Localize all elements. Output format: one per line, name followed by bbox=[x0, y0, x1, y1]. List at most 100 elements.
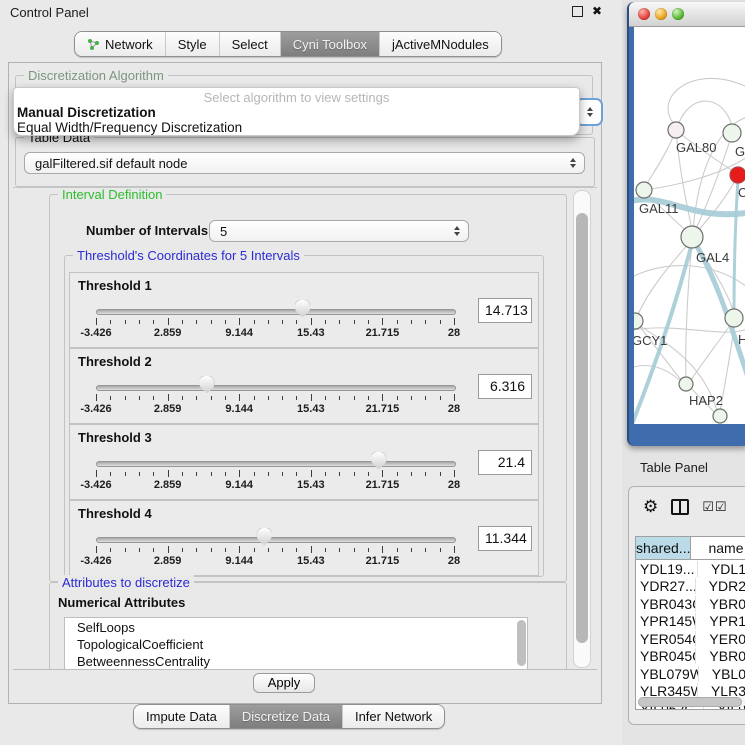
tab-style[interactable]: Style bbox=[165, 32, 219, 56]
tab-label: Network bbox=[105, 37, 153, 52]
attribute-item-selfloops[interactable]: SelfLoops bbox=[65, 620, 527, 635]
network-canvas[interactable]: GAL80GACGAL11GAL4HGCY1HAP2 bbox=[634, 27, 745, 424]
tab-label: Style bbox=[178, 37, 207, 52]
threshold-label: Threshold 1 bbox=[78, 278, 152, 293]
network-node-gal4[interactable] bbox=[681, 226, 703, 248]
cyni-toolbox-panel: Discretization Algorithm Table Data galF… bbox=[8, 62, 602, 704]
slider-ticks bbox=[96, 318, 454, 326]
node-label-gal4: GAL4 bbox=[696, 250, 729, 265]
bottom-tab-discretize-data[interactable]: Discretize Data bbox=[229, 705, 342, 728]
threshold-2-value-field[interactable]: 6.316 bbox=[478, 374, 532, 399]
network-node[interactable] bbox=[713, 409, 727, 423]
thresholds-group-title: Threshold's Coordinates for 5 Intervals bbox=[73, 248, 304, 263]
network-node-hap2[interactable] bbox=[679, 377, 693, 391]
bottom-tab-infer-network[interactable]: Infer Network bbox=[342, 705, 444, 728]
attribute-item-betweennesscentrality[interactable]: BetweennessCentrality bbox=[65, 654, 527, 669]
network-node-gal11[interactable] bbox=[636, 182, 652, 198]
attribute-item-topologicalcoefficient[interactable]: TopologicalCoefficient bbox=[65, 637, 527, 652]
cell-shared-name: YDR27... bbox=[636, 578, 696, 594]
threshold-3-panel: Threshold 3-3.4262.8599.14415.4321.71528… bbox=[69, 424, 539, 500]
number-of-intervals-combobox[interactable]: 5 bbox=[209, 220, 469, 242]
cell-shared-name: YBL079W bbox=[636, 666, 699, 682]
bottom-tab-label: Discretize Data bbox=[242, 709, 330, 724]
table-panel-toolbar: ⚙ ☑ ☑ bbox=[643, 497, 727, 517]
node-label-ga: GA bbox=[735, 144, 745, 159]
number-of-intervals-label: Number of Intervals bbox=[86, 223, 208, 238]
threshold-label: Threshold 2 bbox=[78, 354, 152, 369]
threshold-1-value-field[interactable]: 14.713 bbox=[478, 298, 532, 323]
threshold-2-panel: Threshold 2-3.4262.8599.14415.4321.71528… bbox=[69, 348, 539, 424]
float-window-icon[interactable] bbox=[572, 6, 583, 17]
table-row[interactable]: YDR27...YDR2 bbox=[636, 578, 745, 596]
combo-stepper-icon bbox=[570, 158, 576, 168]
threshold-4-value-field[interactable]: 11.344 bbox=[478, 526, 532, 551]
table-row[interactable]: YDL19...YDL1 bbox=[636, 560, 745, 578]
slider-tick-labels: -3.4262.8599.14415.4321.71528 bbox=[96, 479, 454, 493]
table-hscrollbar-thumb[interactable] bbox=[638, 697, 742, 707]
table-row[interactable]: YER054CYER0 bbox=[636, 630, 745, 648]
checkbox-select-icon[interactable]: ☑ bbox=[702, 499, 714, 515]
minimize-traffic-light-icon[interactable] bbox=[655, 8, 667, 20]
window-buttons: ✖ bbox=[572, 5, 602, 17]
table-panel-title: Table Panel bbox=[640, 460, 708, 475]
network-icon bbox=[87, 38, 100, 51]
tab-jactivemnodules[interactable]: jActiveMNodules bbox=[379, 32, 501, 56]
slider-ticks bbox=[96, 394, 454, 402]
table-hscrollbar[interactable] bbox=[638, 697, 745, 707]
apply-button[interactable]: Apply bbox=[253, 673, 315, 693]
tab-cyni-toolbox[interactable]: Cyni Toolbox bbox=[280, 32, 379, 56]
zoom-traffic-light-icon[interactable] bbox=[672, 8, 684, 20]
threshold-1-slider-track[interactable] bbox=[96, 309, 456, 315]
tab-select[interactable]: Select bbox=[219, 32, 280, 56]
column-header-shared-name[interactable]: shared... bbox=[636, 537, 691, 559]
cell-name: YBL0 bbox=[699, 666, 745, 682]
threshold-2-slider-track[interactable] bbox=[96, 385, 456, 391]
algorithm-option-manual-discretization[interactable]: Manual Discretization bbox=[14, 105, 579, 120]
numerical-attributes-list[interactable]: SelfLoops TopologicalCoefficient Betweenne… bbox=[64, 617, 528, 670]
settings-scrollbar[interactable] bbox=[573, 190, 591, 668]
gear-icon[interactable]: ⚙ bbox=[643, 497, 658, 517]
app-root: Control Panel ✖ NetworkStyleSelectCyni T… bbox=[0, 0, 745, 745]
settings-scrollbar-thumb[interactable] bbox=[576, 213, 588, 643]
slider-ticks bbox=[96, 470, 454, 478]
tab-label: Cyni Toolbox bbox=[293, 37, 367, 52]
network-node-gal80[interactable] bbox=[668, 122, 684, 138]
network-window-titlebar[interactable] bbox=[629, 2, 745, 27]
close-traffic-light-icon[interactable] bbox=[638, 8, 650, 20]
node-label-gal80: GAL80 bbox=[676, 140, 716, 155]
bottom-tab-impute-data[interactable]: Impute Data bbox=[134, 705, 229, 728]
network-node-c[interactable] bbox=[730, 167, 745, 183]
cell-shared-name: YER054C bbox=[636, 631, 696, 647]
table-row[interactable]: YBR043CYBR0 bbox=[636, 595, 745, 613]
threshold-3-value-field[interactable]: 21.4 bbox=[478, 450, 532, 475]
table-data-combobox-value: galFiltered.sif default node bbox=[35, 156, 187, 171]
table-row[interactable]: YBR045CYBR0 bbox=[636, 648, 745, 666]
interval-definition-group: Interval Definition Number of Intervals … bbox=[49, 194, 567, 582]
close-window-icon[interactable]: ✖ bbox=[592, 5, 602, 17]
column-header-name[interactable]: name bbox=[691, 537, 745, 559]
table-row[interactable]: YBL079WYBL0 bbox=[636, 665, 745, 683]
bottom-tab-label: Impute Data bbox=[146, 709, 217, 724]
network-node-ga[interactable] bbox=[723, 124, 741, 142]
threshold-label: Threshold 4 bbox=[78, 506, 152, 521]
table-data-group: Table Data galFiltered.sif default node bbox=[15, 137, 595, 187]
column-layout-icon[interactable] bbox=[671, 499, 689, 515]
interval-definition-title: Interval Definition bbox=[58, 187, 166, 202]
threshold-3-slider-track[interactable] bbox=[96, 461, 456, 467]
node-label-h: H bbox=[738, 332, 745, 347]
checkbox-select-all-icon[interactable]: ☑ bbox=[715, 499, 727, 515]
list-scrollbar[interactable] bbox=[517, 620, 526, 666]
node-label-c: C bbox=[738, 185, 745, 200]
node-label-gcy1: GCY1 bbox=[634, 333, 667, 348]
algorithm-option-equal-width-frequency-discretization[interactable]: Equal Width/Frequency Discretization bbox=[14, 120, 579, 135]
cell-shared-name: YPR145W bbox=[636, 613, 696, 629]
bottom-tab-label: Infer Network bbox=[355, 709, 432, 724]
table-row[interactable]: YPR145WYPR1 bbox=[636, 613, 745, 631]
tab-network[interactable]: Network bbox=[75, 32, 165, 56]
tab-label: Select bbox=[232, 37, 268, 52]
cell-name: YPR1 bbox=[696, 613, 745, 629]
table-data-combobox[interactable]: galFiltered.sif default node bbox=[24, 152, 585, 174]
control-panel-tabs: Network Style Select Cyni Toolbox jActiveMNo… bbox=[74, 31, 502, 57]
threshold-4-slider-track[interactable] bbox=[96, 537, 456, 543]
network-node-h[interactable] bbox=[725, 309, 743, 327]
